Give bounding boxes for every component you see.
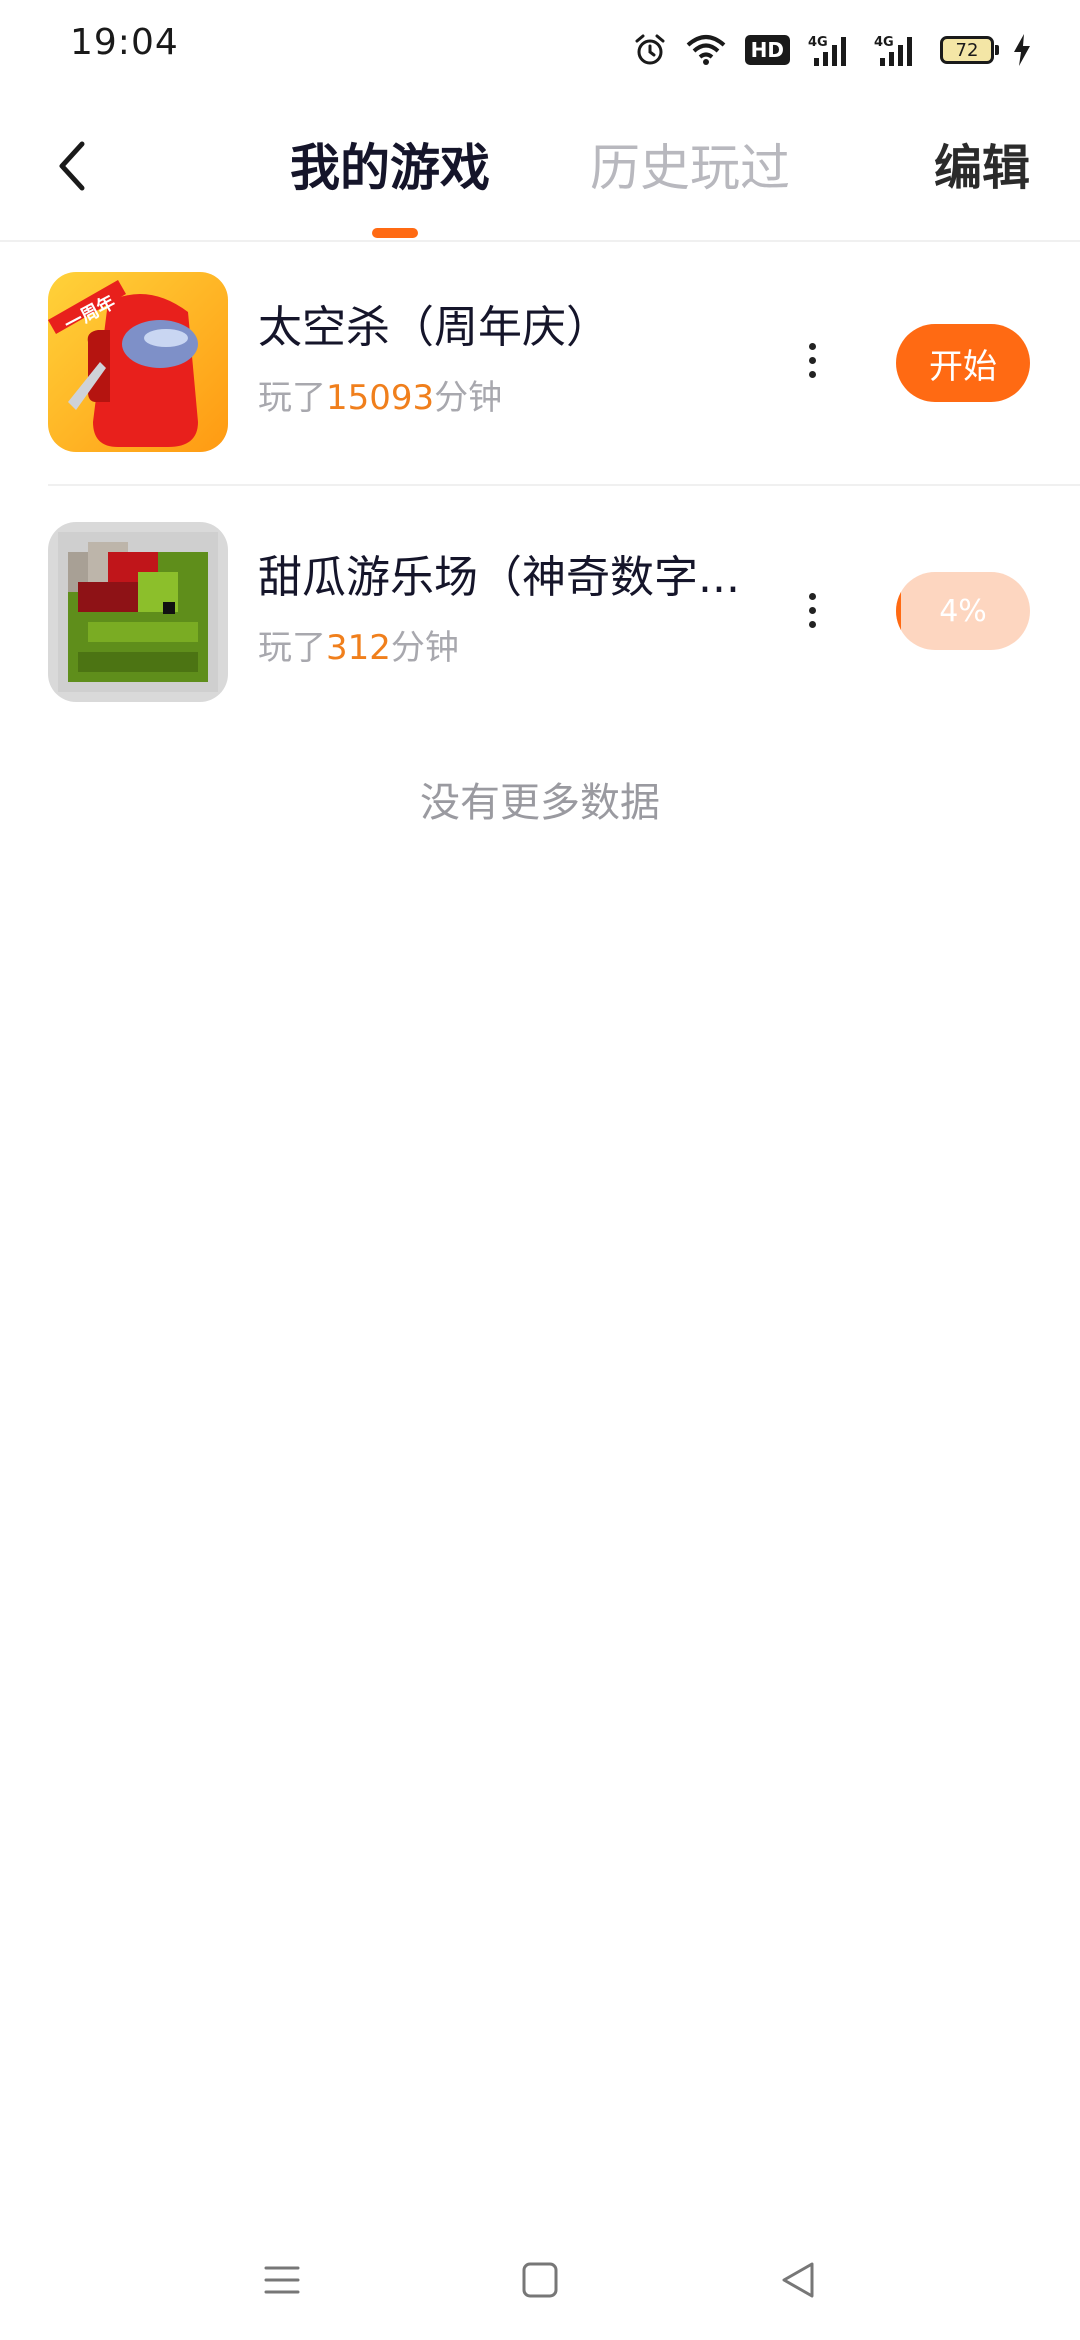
play-time: 玩了312分钟 <box>258 626 459 670</box>
game-row[interactable]: 甜瓜游乐场（神奇数字... 玩了312分钟 4% <box>0 490 1080 738</box>
wifi-icon <box>686 35 725 65</box>
edit-button[interactable]: 编辑 <box>934 136 1030 200</box>
among-us-crewmate-icon[interactable]: 一周年 <box>48 272 228 452</box>
play-time-prefix: 玩了 <box>258 628 326 668</box>
signal-icon: 4G <box>874 35 912 66</box>
network-label: 4G <box>808 35 828 50</box>
chevron-left-icon <box>59 141 85 191</box>
hd-icon: HD <box>744 35 790 65</box>
game-title[interactable]: 太空杀（周年庆） <box>258 300 758 356</box>
more-options-button[interactable] <box>792 580 832 640</box>
dot <box>808 592 816 600</box>
game-row[interactable]: 一周年 太空杀（周年庆） 玩了15093分钟 开始 <box>0 240 1080 488</box>
no-more-data-text: 没有更多数据 <box>420 780 660 826</box>
battery-level: 72 <box>955 39 979 61</box>
battery-icon: 72 <box>940 36 999 64</box>
status-bar: 19:04 HD 4G 4G 72 <box>0 0 1080 96</box>
play-time-minutes: 312 <box>326 628 391 668</box>
dot <box>808 370 816 378</box>
start-button[interactable]: 开始 <box>896 324 1030 402</box>
home-icon[interactable] <box>510 2250 570 2310</box>
tab-history[interactable]: 历史玩过 <box>590 136 790 200</box>
menu-icon[interactable] <box>252 2250 312 2310</box>
status-time: 19:04 <box>70 22 179 63</box>
play-time-suffix: 分钟 <box>434 378 503 418</box>
row-divider <box>48 484 1080 486</box>
back-button[interactable] <box>40 126 104 206</box>
alarm-icon <box>635 34 665 65</box>
more-options-button[interactable] <box>792 330 832 390</box>
dot <box>808 606 816 614</box>
tab-active-indicator <box>372 228 418 238</box>
download-progress-button[interactable]: 4% <box>896 572 1030 650</box>
melon-pixel-icon[interactable] <box>48 522 228 702</box>
game-title[interactable]: 甜瓜游乐场（神奇数字... <box>258 550 758 606</box>
system-nav-bar <box>0 2220 1080 2340</box>
progress-label: 4% <box>939 593 987 629</box>
signal-icon: 4G <box>808 35 846 66</box>
dot <box>808 620 816 628</box>
play-time-prefix: 玩了 <box>258 378 326 418</box>
tab-my-games[interactable]: 我的游戏 <box>290 136 490 200</box>
network-label: 4G <box>874 35 894 50</box>
charging-icon <box>1014 34 1030 66</box>
back-triangle-icon[interactable] <box>768 2250 828 2310</box>
play-time-suffix: 分钟 <box>390 628 459 668</box>
play-time: 玩了15093分钟 <box>258 376 502 420</box>
dot <box>808 356 816 364</box>
play-time-minutes: 15093 <box>326 378 435 418</box>
header: 我的游戏 历史玩过 编辑 <box>0 96 1080 242</box>
dot <box>808 342 816 350</box>
status-icons: HD 4G 4G 72 <box>633 28 1032 72</box>
